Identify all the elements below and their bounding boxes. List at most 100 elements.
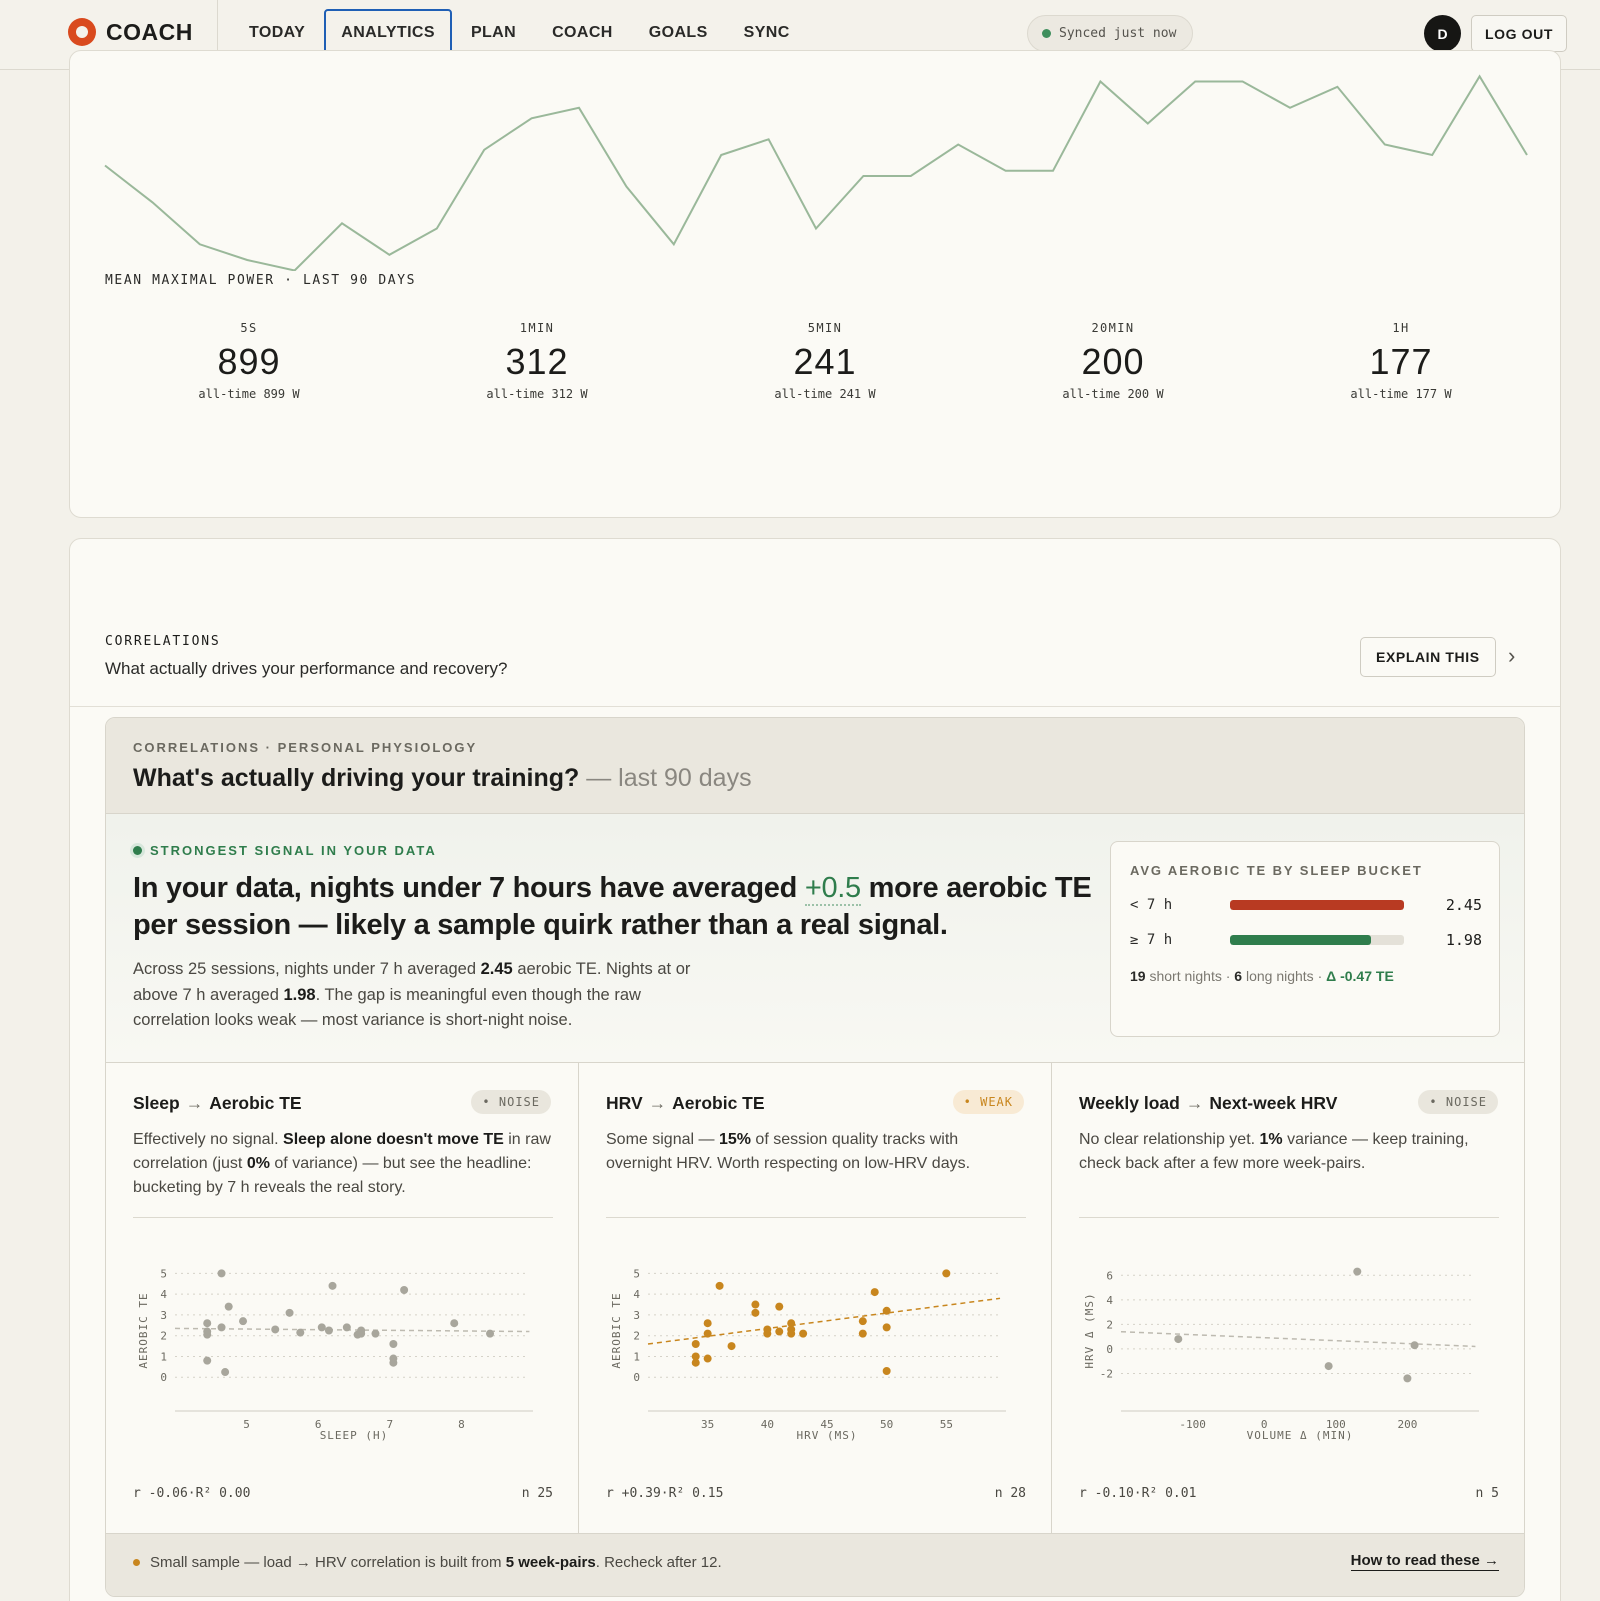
brand-logo-icon <box>68 18 96 46</box>
panel-load-hrv: Weekly load → Next-week HRV • NOISE No clear… <box>1052 1063 1524 1533</box>
trend-line <box>1120 1330 1476 1348</box>
bucket-row-value: 1.98 <box>1445 931 1482 949</box>
correlations-header: CORRELATIONS · PERSONAL PHYSIOLOGY What'… <box>106 718 1524 814</box>
warning-dot-icon <box>133 1559 140 1566</box>
panel-y-name: Next-week HRV <box>1209 1093 1338 1113</box>
data-point <box>691 1358 700 1367</box>
avatar[interactable]: D <box>1424 15 1461 52</box>
y-tick-label: 0 <box>160 1371 167 1384</box>
short-nights-label: short nights · <box>1145 968 1235 984</box>
data-point <box>203 1319 212 1328</box>
mmp-stat-alltime: all-time 177 W <box>1350 387 1452 401</box>
how-to-read-link[interactable]: How to read these → <box>1350 1552 1499 1571</box>
mmp-stats: 5S 899 all-time 899 W 1MIN 312 all-time 312 W… <box>105 321 1545 401</box>
panel-title: Weekly load → Next-week HRV <box>1079 1093 1337 1114</box>
bucket-bar-track <box>1230 935 1404 945</box>
panel-r: r -0.10 <box>1079 1486 1134 1501</box>
chevron-right-icon[interactable]: › <box>1508 643 1515 669</box>
panel-body-1: No clear relationship yet. <box>1079 1131 1260 1148</box>
data-point <box>389 1340 398 1348</box>
correlations-panel: CORRELATIONS · PERSONAL PHYSIOLOGY What'… <box>105 717 1525 1597</box>
y-tick-label: 5 <box>160 1267 167 1280</box>
bucket-row-label: < 7 h <box>1130 897 1173 913</box>
bucket-row-short: < 7 h 2.45 <box>1130 895 1482 915</box>
bucket-bar-track <box>1230 900 1404 910</box>
panel-body: No clear relationship yet. 1% variance —… <box>1079 1128 1499 1176</box>
panel-divider <box>606 1217 1026 1218</box>
y-tick-label: 4 <box>633 1288 640 1301</box>
correlations-title-sub: — last 90 days <box>586 764 752 792</box>
data-point <box>324 1326 333 1335</box>
data-point <box>703 1329 712 1338</box>
mmp-stat-value: 177 <box>1369 341 1433 382</box>
data-point <box>486 1329 495 1338</box>
panel-body-bold-2: 0% <box>246 1155 270 1172</box>
correlation-panels: Sleep → Aerobic TE • NOISE Effectively no si… <box>106 1063 1524 1533</box>
mmp-stat-duration: 1MIN <box>519 321 555 335</box>
mmp-stat-value: 312 <box>505 341 569 382</box>
panel-y-name: Aerobic TE <box>672 1093 765 1113</box>
sync-status-pill[interactable]: Synced just now <box>1027 15 1194 52</box>
panel-y-name: Aerobic TE <box>209 1093 302 1113</box>
y-tick-label: 2 <box>633 1330 640 1343</box>
data-point <box>1410 1341 1419 1350</box>
scatter-plot: 0123455 6 7 8SLEEP (H)AEROBIC TE <box>137 1267 533 1442</box>
explain-this-button[interactable]: EXPLAIN THIS <box>1360 637 1496 677</box>
panel-badge: • NOISE <box>1418 1090 1498 1114</box>
data-point <box>342 1323 351 1332</box>
arrow-right-icon: → <box>648 1093 667 1113</box>
mmp-stat-alltime: all-time 899 W <box>198 387 300 401</box>
panel-n: n 25 <box>521 1486 553 1501</box>
data-point <box>357 1329 366 1338</box>
panel-r2: R² 0.00 <box>195 1486 251 1501</box>
sleep-bucket-card: AVG AEROBIC TE BY SLEEP BUCKET < 7 h 2.4… <box>1110 841 1500 1037</box>
data-point <box>775 1327 784 1336</box>
panel-x-name: Weekly load <box>1079 1093 1180 1113</box>
panel-x-name: Sleep <box>133 1093 180 1113</box>
panel-body: Effectively no signal. Sleep alone doesn… <box>133 1128 553 1200</box>
data-point <box>703 1319 712 1328</box>
data-point <box>271 1325 280 1334</box>
scatter-plot: 01234535 40 45 50 55HRV (MS)AEROBIC TE <box>610 1267 1006 1442</box>
y-tick-label: 4 <box>1106 1294 1113 1307</box>
panel-body-bold-1: 15% <box>718 1131 751 1148</box>
mmp-stat-alltime: all-time 200 W <box>1062 387 1164 401</box>
footer-pre: Small sample — load → HRV correlation is… <box>150 1554 506 1571</box>
mmp-stat-alltime: all-time 312 W <box>486 387 588 401</box>
signal-headline-pre: In your data, nights under 7 hours have … <box>133 872 805 904</box>
x-tick-label: 50 <box>880 1418 893 1431</box>
mmp-label: MEAN MAXIMAL POWER · LAST 90 DAYS <box>105 273 417 288</box>
panel-body-bold-1: 1% <box>1259 1131 1283 1148</box>
signal-body-1: Across 25 sessions, nights under 7 h ave… <box>133 960 481 978</box>
x-axis-label: HRV (MS) <box>797 1429 858 1442</box>
panel-badge: • NOISE <box>471 1090 551 1114</box>
correlations-title: What's actually driving your training? —… <box>133 764 752 793</box>
panel-body-1: Some signal — <box>606 1131 719 1148</box>
signal-delta[interactable]: +0.5 <box>804 872 861 906</box>
data-point <box>858 1329 867 1338</box>
mmp-stat-value: 200 <box>1081 341 1145 382</box>
logout-button[interactable]: LOG OUT <box>1471 15 1567 52</box>
x-tick-label: 35 <box>701 1418 714 1431</box>
data-point <box>1324 1362 1333 1371</box>
mmp-stat-1h: 1H 177 all-time 177 W <box>1257 321 1545 401</box>
data-point <box>217 1323 226 1332</box>
footer-bold: 5 week-pairs <box>505 1554 596 1571</box>
bucket-row-value: 2.45 <box>1445 896 1482 914</box>
data-point <box>715 1281 724 1290</box>
data-point <box>203 1330 212 1339</box>
data-point <box>882 1323 891 1332</box>
data-point <box>763 1325 772 1334</box>
bucket-row-long: ≥ 7 h 1.98 <box>1130 930 1482 950</box>
correlations-label: CORRELATIONS <box>105 634 221 649</box>
long-nights-count: 6 <box>1234 968 1243 984</box>
data-point <box>400 1286 409 1294</box>
y-tick-label: 3 <box>160 1309 167 1322</box>
bucket-bar-fill <box>1230 900 1404 910</box>
data-point <box>221 1368 230 1377</box>
data-point <box>751 1300 760 1309</box>
y-axis-label: HRV Δ (MS) <box>1083 1292 1096 1368</box>
brand[interactable]: COACH <box>68 18 193 46</box>
signal-body: Across 25 sessions, nights under 7 h ave… <box>133 957 713 1034</box>
mmp-stat-5min: 5MIN 241 all-time 241 W <box>681 321 969 401</box>
